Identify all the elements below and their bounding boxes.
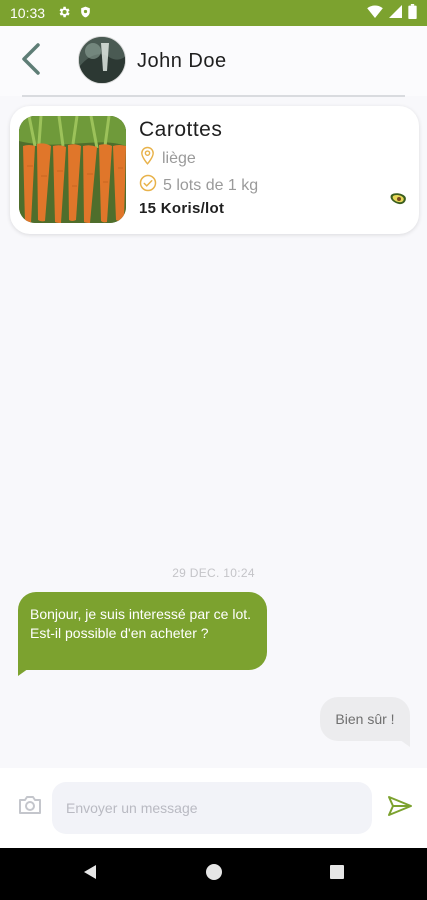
status-bar: 10:33 [0,0,427,26]
wifi-icon [367,5,383,21]
product-title: Carottes [139,118,223,141]
product-card[interactable]: Carottes liège 5 lots de 1 kg 15 Koris/l… [10,106,419,234]
product-location-text: liège [162,149,196,167]
chevron-left-icon [21,42,41,80]
send-icon [387,795,413,822]
nav-home-button[interactable] [202,862,226,886]
message-input[interactable] [52,782,372,834]
shield-icon [79,5,92,22]
battery-icon [408,4,417,22]
map-pin-icon [139,146,156,171]
avocado-icon [389,192,407,206]
status-time: 10:33 [10,5,46,21]
system-nav-bar [0,848,427,900]
check-circle-icon [139,174,157,197]
nav-recents-button[interactable] [325,862,349,886]
camera-button[interactable] [16,794,44,820]
message-composer [0,768,427,848]
product-image [19,116,126,223]
avatar[interactable] [78,36,126,84]
gear-icon [57,5,71,22]
product-price: 15 Koris/lot [139,200,225,217]
signal-icon [389,5,402,21]
nav-recents-icon [329,864,345,885]
nav-back-button[interactable] [78,862,102,886]
chat-header: John Doe [0,26,427,96]
outgoing-message[interactable]: Bien sûr ! [320,697,410,741]
nav-back-icon [81,863,99,886]
contact-name: John Doe [137,50,227,72]
incoming-message-text: Bonjour, je suis interessé par ce lot. E… [30,606,252,641]
camera-icon [17,794,43,821]
header-divider [22,95,405,97]
message-date: 29 DEC. 10:24 [172,566,255,580]
incoming-message[interactable]: Bonjour, je suis interessé par ce lot. E… [18,592,267,670]
product-lots: 5 lots de 1 kg [139,174,258,197]
product-location: liège [139,146,196,171]
product-lots-text: 5 lots de 1 kg [163,176,259,194]
outgoing-message-text: Bien sûr ! [335,711,395,727]
back-button[interactable] [14,42,48,80]
nav-home-icon [205,863,223,886]
send-button[interactable] [386,794,414,822]
